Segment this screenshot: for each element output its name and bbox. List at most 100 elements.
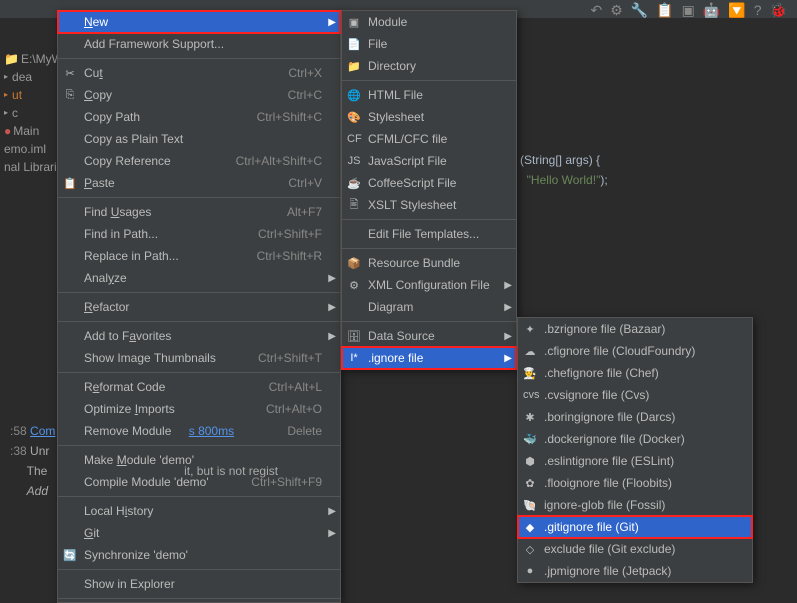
menu-item-label: .chefignore file (Chef) bbox=[544, 366, 734, 380]
menu-item-icon: 👨‍🍳 bbox=[523, 367, 537, 380]
menu-item-icon: 🎨 bbox=[347, 111, 361, 124]
menu-shortcut: Ctrl+Alt+O bbox=[266, 402, 322, 416]
tree-ext-lib[interactable]: nal Librari bbox=[4, 158, 60, 176]
new-submenu-item[interactable]: Edit File Templates... bbox=[342, 223, 516, 245]
tree-root[interactable]: 📁 E:\MyW bbox=[4, 50, 60, 68]
new-submenu-item[interactable]: 🖹XSLT Stylesheet bbox=[342, 194, 516, 216]
menu-item-icon: ☕ bbox=[347, 177, 361, 190]
context-menu-item[interactable]: Show Image Thumbnails Ctrl+Shift+T bbox=[58, 347, 340, 369]
project-tree[interactable]: 📁 E:\MyW dea ut c ● Main emo.iml nal Lib… bbox=[0, 50, 60, 176]
tree-idea[interactable]: dea bbox=[4, 68, 60, 86]
context-menu-item[interactable]: Copy as Plain Text bbox=[58, 128, 340, 150]
context-menu-item[interactable]: Show in Explorer bbox=[58, 573, 340, 595]
ignore-submenu-item[interactable]: ☁.cfignore file (CloudFoundry) bbox=[518, 340, 752, 362]
menu-shortcut: Ctrl+Shift+F bbox=[258, 227, 322, 241]
new-submenu-item[interactable]: 📄File bbox=[342, 33, 516, 55]
menu-shortcut: Ctrl+X bbox=[288, 66, 322, 80]
context-menu-item[interactable]: Find in Path... Ctrl+Shift+F bbox=[58, 223, 340, 245]
new-submenu-item[interactable]: ☕ CoffeeScript File bbox=[342, 172, 516, 194]
menu-item-label: Find Usages bbox=[84, 205, 263, 219]
toolbar-icon[interactable]: ▣ bbox=[682, 2, 695, 19]
toolbar-icon[interactable]: 📋 bbox=[656, 2, 673, 19]
menu-item-label: Add to Favorites bbox=[84, 329, 322, 343]
context-menu-item[interactable]: Find UsagesAlt+F7 bbox=[58, 201, 340, 223]
new-submenu-item[interactable]: ⚙XML Configuration File▶ bbox=[342, 274, 516, 296]
menu-separator bbox=[58, 197, 340, 198]
new-submenu-item[interactable]: 🗄Data Source▶ bbox=[342, 325, 516, 347]
menu-item-icon: 🗄 bbox=[347, 330, 361, 343]
new-submenu-item[interactable]: ▣Module bbox=[342, 11, 516, 33]
toolbar-icon[interactable]: ? bbox=[754, 2, 762, 19]
menu-item-icon: I* bbox=[347, 352, 361, 364]
menu-item-label: .jpmignore file (Jetpack) bbox=[544, 564, 734, 578]
menu-item-icon: ▣ bbox=[347, 16, 361, 29]
menu-item-label: .cvsignore file (Cvs) bbox=[544, 388, 734, 402]
menu-shortcut: Ctrl+Shift+T bbox=[258, 351, 322, 365]
context-menu-item[interactable]: Reformat Code Ctrl+Alt+L bbox=[58, 376, 340, 398]
menu-separator bbox=[342, 219, 516, 220]
new-submenu-item[interactable]: 🎨Stylesheet bbox=[342, 106, 516, 128]
menu-item-label: Show in Explorer bbox=[84, 577, 322, 591]
toolbar-icon[interactable]: 🔽 bbox=[728, 2, 745, 19]
menu-item-icon: ⚙ bbox=[347, 279, 361, 292]
submenu-arrow-icon: ▶ bbox=[328, 331, 336, 342]
menu-item-label: Copy Path bbox=[84, 110, 233, 124]
menu-item-label: XML Configuration File bbox=[368, 278, 498, 292]
menu-separator bbox=[58, 569, 340, 570]
ignore-submenu-item[interactable]: cvs.cvsignore file (Cvs) bbox=[518, 384, 752, 406]
menu-item-label: JavaScript File bbox=[368, 154, 498, 168]
tree-src[interactable]: c bbox=[4, 104, 60, 122]
context-menu-item[interactable]: Refactor▶ bbox=[58, 296, 340, 318]
menu-item-label: Reformat Code bbox=[84, 380, 245, 394]
context-menu-item[interactable]: Add to Favorites ▶ bbox=[58, 325, 340, 347]
menu-item-label: Refactor bbox=[84, 300, 322, 314]
toolbar-icon[interactable]: 🤖 bbox=[703, 2, 720, 19]
submenu-arrow-icon: ▶ bbox=[328, 273, 336, 284]
toolbar-icon[interactable]: ⚙ bbox=[610, 2, 623, 19]
context-menu-item[interactable]: Copy PathCtrl+Shift+C bbox=[58, 106, 340, 128]
context-menu-item[interactable]: Add Framework Support... bbox=[58, 33, 340, 55]
ignore-submenu-item[interactable]: ●.jpmignore file (Jetpack) bbox=[518, 560, 752, 582]
menu-separator bbox=[342, 248, 516, 249]
context-menu-item[interactable]: 📋PasteCtrl+V bbox=[58, 172, 340, 194]
menu-item-label: .bzrignore file (Bazaar) bbox=[544, 322, 734, 336]
ignore-submenu-item[interactable]: 👨‍🍳 .chefignore file (Chef) bbox=[518, 362, 752, 384]
context-menu-item[interactable]: Analyze▶ bbox=[58, 267, 340, 289]
menu-item-label: Show Image Thumbnails bbox=[84, 351, 234, 365]
toolbar-icon[interactable]: 🔧 bbox=[631, 2, 648, 19]
submenu-arrow-icon: ▶ bbox=[328, 17, 336, 28]
menu-separator bbox=[58, 58, 340, 59]
context-menu-item[interactable]: New▶ bbox=[58, 11, 340, 33]
submenu-arrow-icon: ▶ bbox=[504, 331, 512, 342]
tree-main[interactable]: ● Main bbox=[4, 122, 60, 140]
context-menu-item[interactable]: ⎘CopyCtrl+C bbox=[58, 84, 340, 106]
new-submenu-item[interactable]: 📦Resource Bundle bbox=[342, 252, 516, 274]
time-link[interactable]: s 800ms bbox=[189, 424, 234, 438]
new-submenu-item[interactable]: 📁Directory bbox=[342, 55, 516, 77]
new-submenu-item[interactable]: CFCFML/CFC file bbox=[342, 128, 516, 150]
context-menu-item[interactable]: ✂CutCtrl+X bbox=[58, 62, 340, 84]
toolbar-icon[interactable]: 🐞 bbox=[770, 2, 787, 19]
menu-shortcut: Ctrl+Alt+L bbox=[269, 380, 322, 394]
new-submenu-item[interactable]: JSJavaScript File bbox=[342, 150, 516, 172]
menu-item-label: Find in Path... bbox=[84, 227, 234, 241]
new-submenu[interactable]: ▣Module📄File📁Directory 🌐HTML File🎨Stylesh… bbox=[341, 10, 517, 370]
toolbar-icon[interactable]: ↶ bbox=[590, 2, 602, 19]
tree-out[interactable]: ut bbox=[4, 86, 60, 104]
menu-shortcut: Ctrl+Shift+R bbox=[257, 249, 322, 263]
new-submenu-item[interactable]: I*.ignore file▶ bbox=[342, 347, 516, 369]
menu-item-label: Replace in Path... bbox=[84, 249, 233, 263]
ignore-submenu-item[interactable]: ✦.bzrignore file (Bazaar) bbox=[518, 318, 752, 340]
menu-item-label: .cfignore file (CloudFoundry) bbox=[544, 344, 734, 358]
tree-iml[interactable]: emo.iml bbox=[4, 140, 60, 158]
menu-item-label: CoffeeScript File bbox=[368, 176, 498, 190]
editor-code[interactable]: (String[] args) { "Hello World!"); bbox=[520, 150, 608, 190]
new-submenu-item[interactable]: 🌐HTML File bbox=[342, 84, 516, 106]
event-log: :58 Com s 800ms :38 Unr The it, but is n… bbox=[0, 415, 797, 555]
context-menu-item[interactable]: Replace in Path... Ctrl+Shift+R bbox=[58, 245, 340, 267]
context-menu-item[interactable]: Copy ReferenceCtrl+Alt+Shift+C bbox=[58, 150, 340, 172]
menu-item-label: Directory bbox=[368, 59, 498, 73]
compile-link[interactable]: Com bbox=[30, 424, 55, 438]
new-submenu-item[interactable]: Diagram▶ bbox=[342, 296, 516, 318]
submenu-arrow-icon: ▶ bbox=[504, 353, 512, 364]
